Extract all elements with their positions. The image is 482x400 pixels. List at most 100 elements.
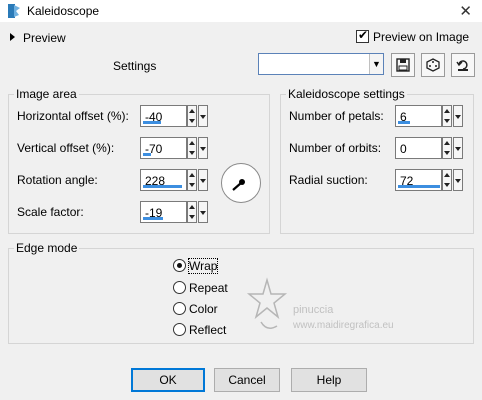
settings-label: Settings [113,59,157,73]
edge-mode-title: Edge mode [14,241,80,255]
title-bar: Kaleidoscope ✕ [0,0,482,22]
vertical-offset-label: Vertical offset (%): [17,141,115,155]
image-area-title: Image area [14,87,79,101]
help-button[interactable]: Help [291,368,367,392]
horizontal-offset-label: Horizontal offset (%): [17,109,129,123]
watermark-text-url: www.maidiregrafica.eu [293,320,394,331]
scale-factor-dropdown[interactable] [198,201,208,223]
close-icon[interactable]: ✕ [459,2,472,20]
number-of-orbits-field[interactable]: 0 [395,137,442,159]
radial-suction-dropdown[interactable] [453,169,463,191]
watermark-text-name: pinuccia [293,304,334,316]
rotation-angle-dial[interactable] [221,163,261,203]
window-title: Kaleidoscope [27,4,100,18]
save-icon [396,58,410,72]
rotation-angle-field[interactable]: 228 [140,169,187,191]
cancel-button[interactable]: Cancel [214,368,280,392]
radio-circle [173,259,186,272]
radial-suction-stepper[interactable]: 72 [395,169,463,191]
scale-factor-bar [143,217,163,220]
radial-suction-label: Radial suction: [289,173,368,187]
arrow-down-icon [444,119,450,123]
number-of-petals-label: Number of petals: [289,109,384,123]
chevron-down-icon [455,115,461,119]
checkmark-icon: ✔ [358,28,369,42]
arrow-down-icon [444,183,450,187]
vertical-offset-field[interactable]: -70 [140,137,187,159]
vertical-offset-bar [143,153,151,156]
vertical-offset-spin-buttons[interactable] [187,137,197,159]
radial-suction-spin-buttons[interactable] [442,169,452,191]
chevron-down-icon [455,147,461,151]
radio-repeat-label: Repeat [189,281,228,295]
radio-selected-dot [177,263,182,268]
horizontal-offset-dropdown[interactable] [198,105,208,127]
vertical-offset-dropdown[interactable] [198,137,208,159]
horizontal-offset-stepper[interactable]: -40 [140,105,208,127]
rotation-angle-bar [143,185,182,188]
rotation-angle-label: Rotation angle: [17,173,98,187]
vertical-offset-stepper[interactable]: -70 [140,137,208,159]
app-icon [7,3,21,19]
scale-factor-spin-buttons[interactable] [187,201,197,223]
preview-label: Preview [23,31,66,45]
chevron-down-icon [200,115,206,119]
chevron-down-icon [200,147,206,151]
arrow-down-icon [189,151,195,155]
chevron-down-icon[interactable]: ▼ [369,54,383,74]
arrow-down-icon [444,151,450,155]
horizontal-offset-bar [143,121,161,124]
horizontal-offset-field[interactable]: -40 [140,105,187,127]
number-of-orbits-dropdown[interactable] [453,137,463,159]
settings-combo[interactable]: ▼ [258,53,384,75]
number-of-petals-dropdown[interactable] [453,105,463,127]
reset-button[interactable] [451,53,475,77]
rotation-angle-dropdown[interactable] [198,169,208,191]
checkbox-box: ✔ [356,28,369,43]
number-of-orbits-spin-buttons[interactable] [442,137,452,159]
ok-button[interactable]: OK [131,368,205,392]
reset-icon [456,60,468,71]
horizontal-offset-spin-buttons[interactable] [187,105,197,127]
rotation-angle-spin-buttons[interactable] [187,169,197,191]
arrow-up-icon [189,109,195,113]
watermark-logo-icon [246,277,288,329]
dice-icon [426,58,440,72]
radio-wrap-label: Wrap [187,258,219,274]
radio-circle [173,281,186,294]
expand-triangle-icon [10,33,15,41]
save-preset-button[interactable] [391,53,415,77]
number-of-orbits-label: Number of orbits: [289,141,382,155]
number-of-orbits-value: 0 [400,142,407,156]
chevron-down-icon [200,179,206,183]
scale-factor-label: Scale factor: [17,205,84,219]
preview-on-image-label: Preview on Image [373,30,470,44]
scale-factor-field[interactable]: -19 [140,201,187,223]
arrow-up-icon [189,141,195,145]
arrow-up-icon [444,109,450,113]
radio-circle [173,302,186,315]
scale-factor-stepper[interactable]: -19 [140,201,208,223]
number-of-petals-bar [398,121,410,124]
arrow-down-icon [189,183,195,187]
rotation-angle-stepper[interactable]: 228 [140,169,208,191]
chevron-down-icon [200,211,206,215]
radial-suction-bar [398,185,440,188]
number-of-petals-field[interactable]: 6 [395,105,442,127]
kaleidoscope-settings-group: Kaleidoscope settings Number of petals: … [280,87,474,234]
randomize-button[interactable] [421,53,445,77]
number-of-petals-stepper[interactable]: 6 [395,105,463,127]
kaleidoscope-settings-title: Kaleidoscope settings [286,87,407,101]
radio-reflect-label: Reflect [189,323,227,337]
radio-circle [173,323,186,336]
arrow-up-icon [444,173,450,177]
radio-color-label: Color [189,302,218,316]
arrow-down-icon [189,215,195,219]
number-of-orbits-stepper[interactable]: 0 [395,137,463,159]
dial-needle-icon [232,179,245,191]
chevron-down-icon [455,179,461,183]
radial-suction-field[interactable]: 72 [395,169,442,191]
dialog-body: Preview ✔ Preview on Image Settings ▼ Im… [0,22,482,400]
number-of-petals-spin-buttons[interactable] [442,105,452,127]
kaleidoscope-dialog: Kaleidoscope ✕ Preview ✔ Preview on Imag… [0,0,482,400]
